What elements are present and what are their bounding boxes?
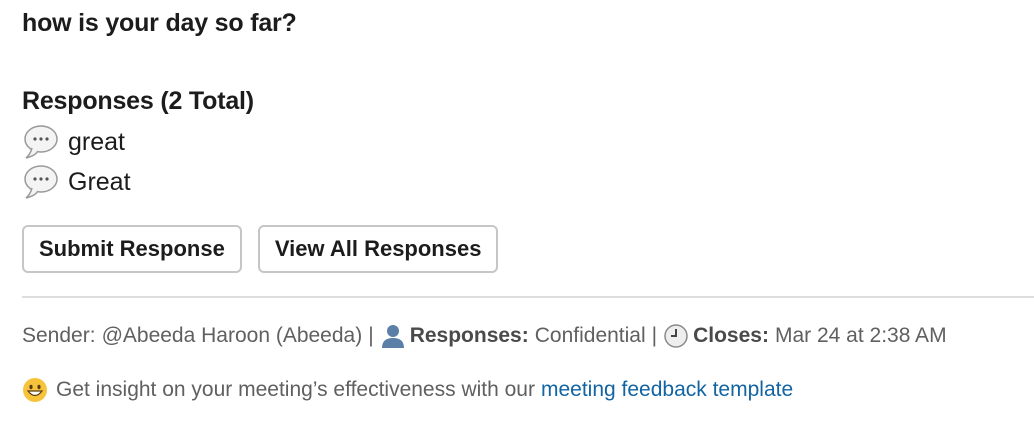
speech-balloon-icon [24, 165, 58, 199]
responses-value: Confidential [534, 324, 646, 347]
footer-text: Get insight on your meeting’s effectiven… [56, 378, 535, 401]
response-list: great Great [22, 122, 131, 202]
user-icon [381, 325, 404, 348]
response-text: great [68, 127, 125, 156]
meeting-feedback-template-link[interactable]: meeting feedback template [541, 378, 793, 402]
response-text: Great [68, 167, 131, 196]
meta-separator: | [368, 324, 374, 347]
view-all-responses-button[interactable]: View All Responses [257, 225, 499, 273]
submit-response-button[interactable]: Submit Response [22, 225, 242, 273]
closes-label: Closes: [693, 324, 769, 347]
sender-label: Sender: [22, 324, 96, 347]
meta-separator: | [651, 324, 658, 347]
footer-tip: Get insight on your meeting’s effectiven… [22, 377, 793, 403]
speech-balloon-icon [24, 125, 58, 159]
clock-icon [664, 324, 688, 348]
divider [22, 296, 1034, 298]
responses-header: Responses (2 Total) [22, 87, 254, 115]
list-item: great [22, 122, 131, 162]
grinning-face-icon [23, 378, 47, 402]
poll-question: how is your day so far? [22, 9, 297, 37]
action-buttons: Submit Response View All Responses [22, 225, 499, 273]
poll-meta: Sender: @Abeeda Haroon (Abeeda) | Respon… [22, 323, 947, 349]
sender-value: @Abeeda Haroon (Abeeda) [101, 324, 363, 347]
poll-message: how is your day so far? Responses (2 Tot… [0, 0, 1034, 436]
closes-value: Mar 24 at 2:38 AM [774, 324, 947, 347]
responses-label: Responses: [409, 324, 529, 347]
list-item: Great [22, 162, 131, 202]
